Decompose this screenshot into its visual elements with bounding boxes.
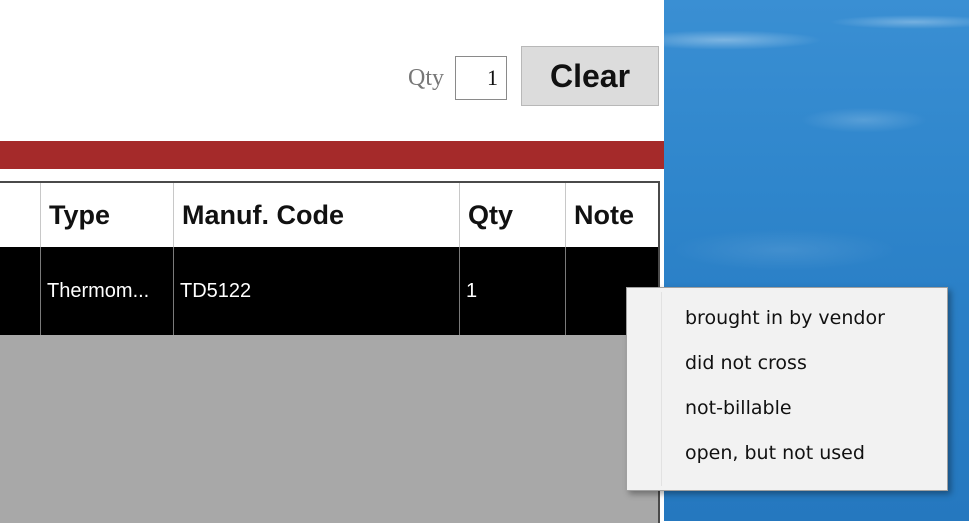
- cell-manuf-code: TD5122: [173, 247, 459, 335]
- cell-qty: 1: [459, 247, 565, 335]
- menu-item-open-but-not-used[interactable]: open, but not used: [629, 433, 945, 473]
- column-header-qty[interactable]: Qty: [459, 183, 565, 247]
- qty-label: Qty: [408, 65, 444, 91]
- header-accent-bar: [0, 141, 664, 169]
- clear-button[interactable]: Clear: [521, 46, 659, 106]
- qty-input[interactable]: [455, 56, 507, 100]
- menu-item-brought-in-by-vendor[interactable]: brought in by vendor: [629, 298, 945, 338]
- column-header-type[interactable]: Type: [40, 183, 173, 247]
- cell-type: Thermom...: [40, 247, 173, 335]
- menu-item-did-not-cross[interactable]: did not cross: [629, 343, 945, 383]
- menu-item-not-billable[interactable]: not-billable: [629, 388, 945, 428]
- items-grid: Type Manuf. Code Qty Note Thermom... TD5…: [0, 181, 660, 523]
- column-header-manuf-code[interactable]: Manuf. Code: [173, 183, 459, 247]
- note-context-menu: brought in by vendor did not cross not-b…: [626, 287, 948, 491]
- grid-header: Type Manuf. Code Qty Note: [0, 183, 658, 247]
- column-header-note[interactable]: Note: [565, 183, 658, 247]
- table-row[interactable]: Thermom... TD5122 1: [0, 247, 658, 335]
